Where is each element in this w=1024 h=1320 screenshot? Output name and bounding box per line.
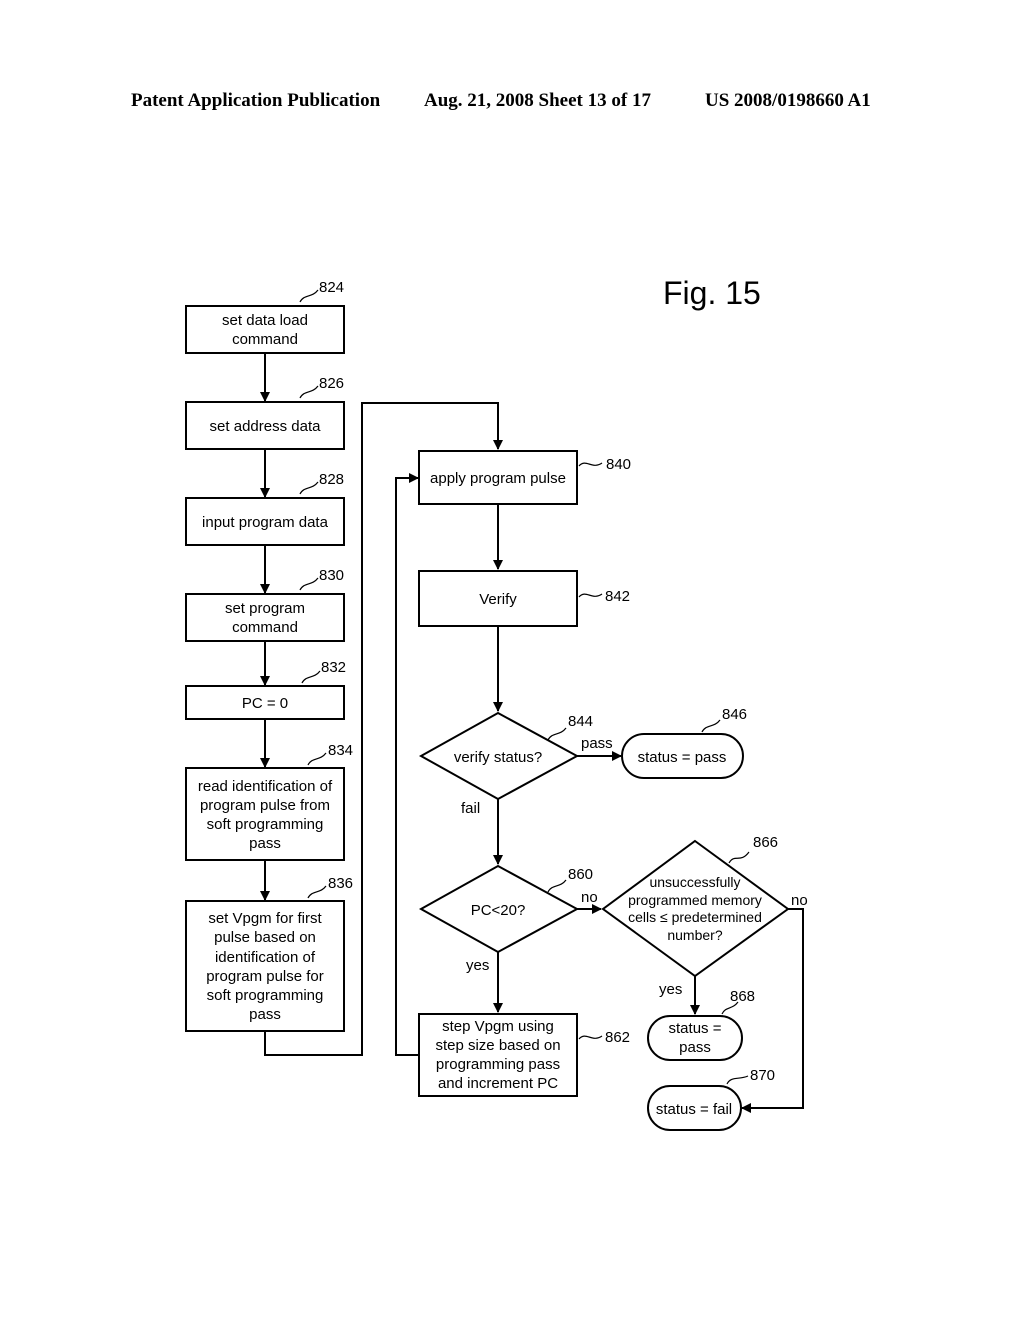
node-868-ref: 868 xyxy=(730,988,755,1005)
node-824-line-2: command xyxy=(232,331,298,348)
node-834-line-3: soft programming xyxy=(207,816,324,833)
node-866-line-4: number? xyxy=(667,927,722,943)
node-824: set data load command 824 xyxy=(185,279,345,354)
node-832: PC = 0 832 xyxy=(185,659,346,720)
node-824-line-1: set data load xyxy=(222,312,308,329)
node-870-ref: 870 xyxy=(750,1067,775,1084)
node-866-line-2: programmed memory xyxy=(628,892,762,908)
node-870-line-1: status = fail xyxy=(656,1101,732,1118)
node-834-leader xyxy=(307,752,327,766)
node-862-line-4: and increment PC xyxy=(438,1075,558,1092)
node-828-line-1: input program data xyxy=(202,514,329,531)
flowchart: Fig. 15 set data load command 824 set ad… xyxy=(185,275,808,1131)
node-842-ref: 842 xyxy=(605,588,630,605)
node-870: status = fail 870 xyxy=(647,1067,775,1131)
node-834-line-1: read identification of xyxy=(198,778,333,795)
edge-label-866-yes: yes xyxy=(659,981,682,998)
node-834: read identification of program pulse fro… xyxy=(185,742,353,861)
node-834-line-4: pass xyxy=(249,835,281,852)
node-868-line-1: status = xyxy=(669,1020,722,1037)
node-828-ref: 828 xyxy=(319,471,344,488)
node-846-ref: 846 xyxy=(722,706,747,723)
node-846: status = pass 846 xyxy=(621,706,747,779)
node-842: Verify 842 xyxy=(418,570,630,627)
node-836-ref: 836 xyxy=(328,875,353,892)
node-834-line-2: program pulse from xyxy=(200,797,330,814)
node-844-line-1: verify status? xyxy=(454,749,542,766)
node-862-leader xyxy=(578,1035,603,1040)
node-830-line-1: set program xyxy=(225,600,305,617)
node-866-line-3: cells ≤ predetermined xyxy=(628,909,762,925)
node-840-line-1: apply program pulse xyxy=(430,470,566,487)
node-866: unsuccessfully programmed memory cells ≤… xyxy=(601,834,790,978)
edge-label-866-no: no xyxy=(791,892,808,909)
node-866-ref: 866 xyxy=(753,834,778,851)
node-868-line-2: pass xyxy=(679,1039,711,1056)
node-842-leader xyxy=(578,593,603,598)
node-844-ref: 844 xyxy=(568,713,593,730)
node-870-leader xyxy=(726,1075,749,1085)
node-862-line-1: step Vpgm using xyxy=(442,1018,554,1035)
edge-label-860-no: no xyxy=(581,889,598,906)
figure-label: Fig. 15 xyxy=(663,275,761,311)
node-846-line-1: status = pass xyxy=(638,749,727,766)
node-862: step Vpgm using step size based on progr… xyxy=(418,1013,630,1097)
node-844: verify status? 844 xyxy=(418,711,593,801)
node-836-line-1: set Vpgm for first xyxy=(208,910,322,927)
node-836-line-4: program pulse for xyxy=(206,968,324,985)
node-866-leader xyxy=(728,851,750,864)
node-862-line-2: step size based on xyxy=(435,1037,560,1054)
edge-label-860-yes: yes xyxy=(466,957,489,974)
edge-label-844-fail: fail xyxy=(461,800,480,817)
node-836-leader xyxy=(307,885,327,899)
node-860-line-1: PC<20? xyxy=(471,902,526,919)
node-832-line-1: PC = 0 xyxy=(242,695,288,712)
node-832-leader xyxy=(301,670,321,684)
node-836-line-2: pulse based on xyxy=(214,929,316,946)
node-860-ref: 860 xyxy=(568,866,593,883)
node-832-ref: 832 xyxy=(321,659,346,676)
node-860: PC<20? 860 xyxy=(418,864,593,954)
edge-862-840 xyxy=(395,473,419,1056)
node-836-line-3: identification of xyxy=(215,949,316,966)
node-862-line-3: programming pass xyxy=(436,1056,560,1073)
node-836: set Vpgm for first pulse based on identi… xyxy=(185,875,353,1032)
node-842-line-1: Verify xyxy=(479,591,517,608)
node-860-leader xyxy=(547,879,567,893)
node-866-line-1: unsuccessfully xyxy=(649,874,740,890)
node-830-leader xyxy=(299,577,319,591)
node-824-leader xyxy=(299,289,319,303)
node-862-ref: 862 xyxy=(605,1029,630,1046)
node-826-ref: 826 xyxy=(319,375,344,392)
node-834-ref: 834 xyxy=(328,742,353,759)
node-830-line-2: command xyxy=(232,619,298,636)
node-840: apply program pulse 840 xyxy=(418,450,631,505)
node-828-leader xyxy=(299,481,319,495)
edge-label-844-pass: pass xyxy=(581,735,613,752)
node-836-line-5: soft programming xyxy=(207,987,324,1004)
node-840-ref: 840 xyxy=(606,456,631,473)
node-826-line-1: set address data xyxy=(210,418,322,435)
node-868: status = pass 868 xyxy=(647,988,755,1061)
node-836-line-6: pass xyxy=(249,1006,281,1023)
node-830-ref: 830 xyxy=(319,567,344,584)
node-824-ref: 824 xyxy=(319,279,344,296)
node-840-leader xyxy=(578,462,603,467)
node-844-leader xyxy=(547,727,567,741)
node-846-leader xyxy=(701,719,721,733)
node-826-leader xyxy=(299,385,319,399)
